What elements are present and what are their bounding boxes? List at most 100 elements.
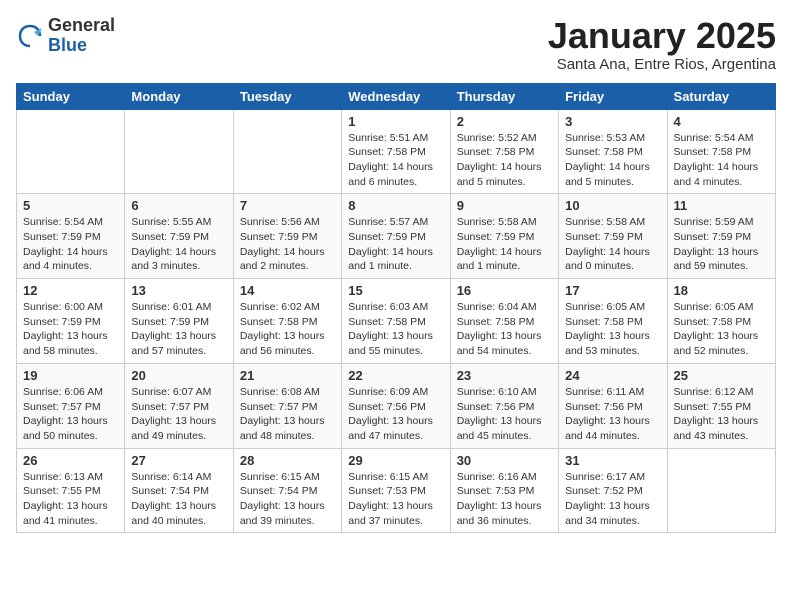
calendar-cell: 11 Sunrise: 5:59 AMSunset: 7:59 PMDayligh…	[667, 194, 775, 279]
day-number: 16	[457, 283, 552, 298]
day-number: 30	[457, 453, 552, 468]
calendar-cell: 4Sunrise: 5:54 AMSunset: 7:58 PMDaylight…	[667, 109, 775, 194]
day-number: 22	[348, 368, 443, 383]
day-number: 9	[457, 198, 552, 213]
header: General Blue January 2025 Santa Ana, Ent…	[16, 16, 776, 73]
day-number: 15	[348, 283, 443, 298]
col-header-wednesday: Wednesday	[342, 83, 450, 109]
col-header-monday: Monday	[125, 83, 233, 109]
day-info: Sunrise: 6:04 AMSunset: 7:58 PMDaylight:…	[457, 300, 552, 359]
day-number: 21	[240, 368, 335, 383]
day-info: Sunrise: 6:00 AMSunset: 7:59 PMDaylight:…	[23, 300, 118, 359]
calendar-subtitle: Santa Ana, Entre Rios, Argentina	[548, 56, 776, 73]
calendar-cell	[233, 109, 341, 194]
calendar-cell: 31Sunrise: 6:17 AMSunset: 7:52 PMDayligh…	[559, 448, 667, 533]
day-info: Sunrise: 5:53 AMSunset: 7:58 PMDaylight:…	[565, 131, 660, 190]
day-number: 8	[348, 198, 443, 213]
day-number: 24	[565, 368, 660, 383]
day-info: Sunrise: 6:09 AMSunset: 7:56 PMDaylight:…	[348, 385, 443, 444]
col-header-sunday: Sunday	[17, 83, 125, 109]
day-number: 5	[23, 198, 118, 213]
calendar-cell: 12 Sunrise: 6:00 AMSunset: 7:59 PMDayligh…	[17, 279, 125, 364]
day-number: 27	[131, 453, 226, 468]
day-info: Sunrise: 5:51 AMSunset: 7:58 PMDaylight:…	[348, 131, 443, 190]
calendar-cell: 26Sunrise: 6:13 AMSunset: 7:55 PMDayligh…	[17, 448, 125, 533]
day-info: Sunrise: 6:17 AMSunset: 7:52 PMDaylight:…	[565, 470, 660, 529]
week-row-1: 1 Sunrise: 5:51 AMSunset: 7:58 PMDaylight…	[17, 109, 776, 194]
week-row-4: 19 Sunrise: 6:06 AMSunset: 7:57 PMDayligh…	[17, 363, 776, 448]
day-info: Sunrise: 5:54 AMSunset: 7:59 PMDaylight:…	[23, 215, 118, 274]
calendar-cell	[17, 109, 125, 194]
day-info: Sunrise: 6:10 AMSunset: 7:56 PMDaylight:…	[457, 385, 552, 444]
calendar-cell: 6 Sunrise: 5:55 AMSunset: 7:59 PMDaylight…	[125, 194, 233, 279]
day-info: Sunrise: 6:02 AMSunset: 7:58 PMDaylight:…	[240, 300, 335, 359]
day-number: 11	[674, 198, 769, 213]
day-info: Sunrise: 6:07 AMSunset: 7:57 PMDaylight:…	[131, 385, 226, 444]
calendar-cell: 1 Sunrise: 5:51 AMSunset: 7:58 PMDaylight…	[342, 109, 450, 194]
calendar-cell: 13 Sunrise: 6:01 AMSunset: 7:59 PMDayligh…	[125, 279, 233, 364]
title-block: January 2025 Santa Ana, Entre Rios, Arge…	[548, 16, 776, 73]
calendar-table: SundayMondayTuesdayWednesdayThursdayFrid…	[16, 83, 776, 534]
day-info: Sunrise: 6:05 AMSunset: 7:58 PMDaylight:…	[565, 300, 660, 359]
day-info: Sunrise: 6:03 AMSunset: 7:58 PMDaylight:…	[348, 300, 443, 359]
calendar-cell: 21 Sunrise: 6:08 AMSunset: 7:57 PMDayligh…	[233, 363, 341, 448]
calendar-cell: 19 Sunrise: 6:06 AMSunset: 7:57 PMDayligh…	[17, 363, 125, 448]
logo-blue: Blue	[48, 35, 87, 55]
day-info: Sunrise: 6:11 AMSunset: 7:56 PMDaylight:…	[565, 385, 660, 444]
calendar-cell: 30 Sunrise: 6:16 AMSunset: 7:53 PMDayligh…	[450, 448, 558, 533]
logo: General Blue	[16, 16, 115, 56]
calendar-cell: 18Sunrise: 6:05 AMSunset: 7:58 PMDayligh…	[667, 279, 775, 364]
day-number: 19	[23, 368, 118, 383]
day-number: 17	[565, 283, 660, 298]
day-info: Sunrise: 5:52 AMSunset: 7:58 PMDaylight:…	[457, 131, 552, 190]
calendar-cell: 14 Sunrise: 6:02 AMSunset: 7:58 PMDayligh…	[233, 279, 341, 364]
calendar-cell: 29 Sunrise: 6:15 AMSunset: 7:53 PMDayligh…	[342, 448, 450, 533]
calendar-cell: 7 Sunrise: 5:56 AMSunset: 7:59 PMDaylight…	[233, 194, 341, 279]
day-info: Sunrise: 6:15 AMSunset: 7:53 PMDaylight:…	[348, 470, 443, 529]
calendar-cell: 16 Sunrise: 6:04 AMSunset: 7:58 PMDayligh…	[450, 279, 558, 364]
calendar-cell: 23 Sunrise: 6:10 AMSunset: 7:56 PMDayligh…	[450, 363, 558, 448]
day-number: 25	[674, 368, 769, 383]
day-info: Sunrise: 6:01 AMSunset: 7:59 PMDaylight:…	[131, 300, 226, 359]
day-number: 20	[131, 368, 226, 383]
day-number: 10	[565, 198, 660, 213]
day-number: 28	[240, 453, 335, 468]
calendar-cell	[667, 448, 775, 533]
day-info: Sunrise: 6:06 AMSunset: 7:57 PMDaylight:…	[23, 385, 118, 444]
day-info: Sunrise: 5:59 AMSunset: 7:59 PMDaylight:…	[674, 215, 769, 274]
logo-text: General Blue	[48, 16, 115, 56]
col-header-saturday: Saturday	[667, 83, 775, 109]
col-header-tuesday: Tuesday	[233, 83, 341, 109]
day-info: Sunrise: 6:12 AMSunset: 7:55 PMDaylight:…	[674, 385, 769, 444]
logo-icon	[16, 22, 44, 50]
day-number: 14	[240, 283, 335, 298]
day-info: Sunrise: 5:57 AMSunset: 7:59 PMDaylight:…	[348, 215, 443, 274]
calendar-cell: 17 Sunrise: 6:05 AMSunset: 7:58 PMDayligh…	[559, 279, 667, 364]
day-info: Sunrise: 5:55 AMSunset: 7:59 PMDaylight:…	[131, 215, 226, 274]
week-row-2: 5 Sunrise: 5:54 AMSunset: 7:59 PMDaylight…	[17, 194, 776, 279]
day-number: 7	[240, 198, 335, 213]
calendar-cell: 27Sunrise: 6:14 AMSunset: 7:54 PMDayligh…	[125, 448, 233, 533]
day-number: 23	[457, 368, 552, 383]
calendar-cell: 8 Sunrise: 5:57 AMSunset: 7:59 PMDaylight…	[342, 194, 450, 279]
day-info: Sunrise: 5:54 AMSunset: 7:58 PMDaylight:…	[674, 131, 769, 190]
week-row-3: 12 Sunrise: 6:00 AMSunset: 7:59 PMDayligh…	[17, 279, 776, 364]
day-info: Sunrise: 6:15 AMSunset: 7:54 PMDaylight:…	[240, 470, 335, 529]
day-number: 1	[348, 114, 443, 129]
calendar-title: January 2025	[548, 16, 776, 56]
calendar-cell: 28 Sunrise: 6:15 AMSunset: 7:54 PMDayligh…	[233, 448, 341, 533]
col-header-friday: Friday	[559, 83, 667, 109]
day-number: 13	[131, 283, 226, 298]
calendar-cell: 10Sunrise: 5:58 AMSunset: 7:59 PMDayligh…	[559, 194, 667, 279]
week-row-5: 26Sunrise: 6:13 AMSunset: 7:55 PMDayligh…	[17, 448, 776, 533]
day-number: 12	[23, 283, 118, 298]
calendar-cell	[125, 109, 233, 194]
day-info: Sunrise: 6:08 AMSunset: 7:57 PMDaylight:…	[240, 385, 335, 444]
calendar-cell: 5 Sunrise: 5:54 AMSunset: 7:59 PMDaylight…	[17, 194, 125, 279]
day-info: Sunrise: 6:13 AMSunset: 7:55 PMDaylight:…	[23, 470, 118, 529]
logo-general: General	[48, 15, 115, 35]
day-info: Sunrise: 5:56 AMSunset: 7:59 PMDaylight:…	[240, 215, 335, 274]
day-info: Sunrise: 6:16 AMSunset: 7:53 PMDaylight:…	[457, 470, 552, 529]
day-number: 29	[348, 453, 443, 468]
day-number: 6	[131, 198, 226, 213]
